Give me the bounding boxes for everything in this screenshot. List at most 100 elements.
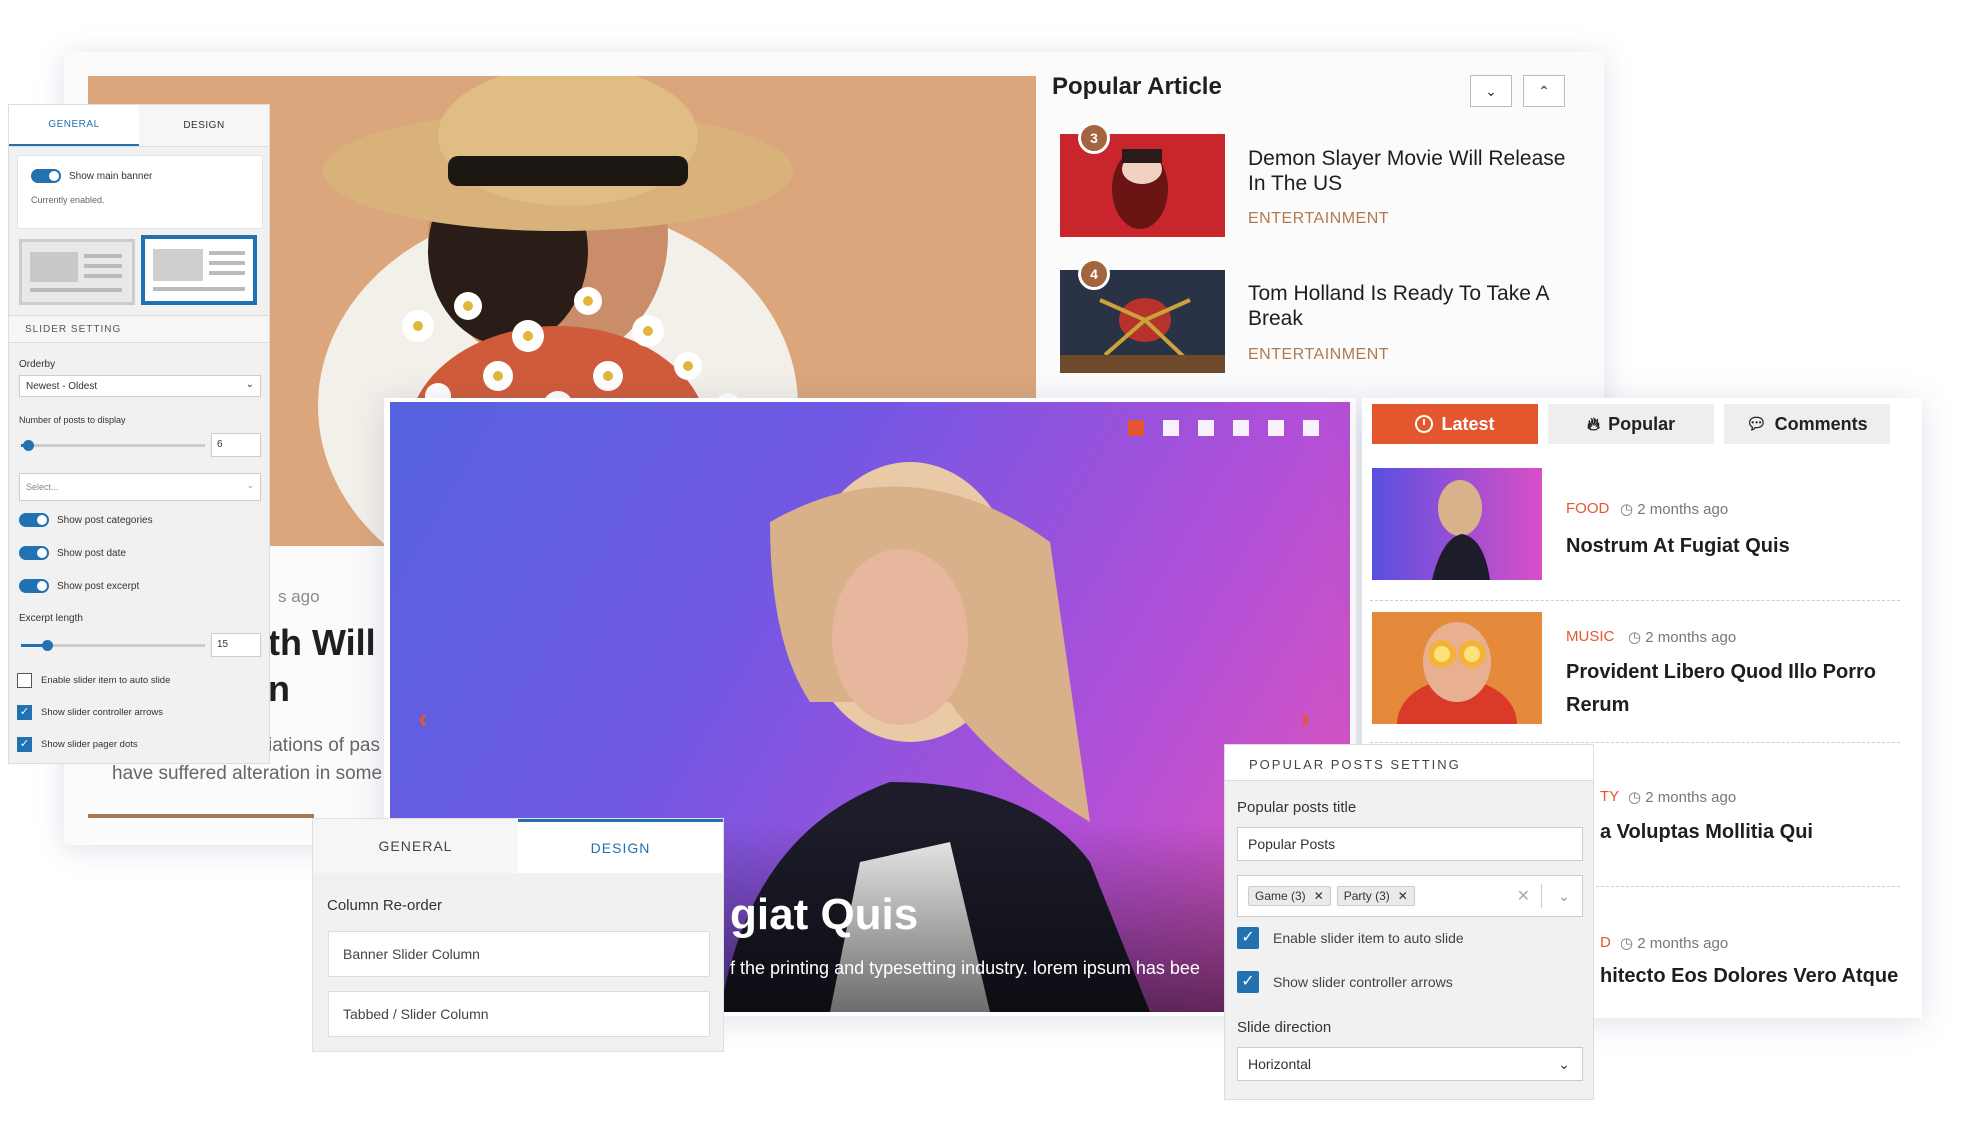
- tab-comments[interactable]: 💬︎ Comments: [1724, 404, 1890, 444]
- show-main-banner-label: Show main banner: [69, 171, 153, 182]
- column-reorder-panel: GENERAL DESIGN Column Re-order Banner Sl…: [312, 818, 724, 1052]
- scroll-down-button[interactable]: ⌄: [1470, 75, 1512, 107]
- show-arrows-checkbox[interactable]: ✓: [1237, 971, 1259, 993]
- pager-dot[interactable]: [1303, 420, 1319, 436]
- chevron-down-icon: ⌄: [245, 379, 254, 390]
- slide-title[interactable]: giat Quis: [730, 890, 918, 940]
- clear-icon[interactable]: ✕: [1517, 886, 1530, 906]
- tabbed-slider-column[interactable]: Tabbed / Slider Column: [328, 991, 710, 1037]
- banner-slider-column[interactable]: Banner Slider Column: [328, 931, 710, 977]
- post-title-line2[interactable]: n: [268, 668, 290, 710]
- show-excerpt-toggle[interactable]: [19, 579, 49, 593]
- chevron-down-icon: ⌄: [1485, 82, 1497, 99]
- auto-slide-label: Enable slider item to auto slide: [41, 675, 171, 686]
- tab-general[interactable]: GENERAL: [313, 819, 518, 873]
- post-time: ◷ 2 months ago: [1628, 789, 1737, 806]
- main-banner-box: [17, 155, 263, 229]
- show-arrows-label: Show slider controller arrows: [41, 707, 163, 718]
- post-excerpt-line2: have suffered alteration in some: [112, 763, 383, 784]
- auto-slide-label: Enable slider item to auto slide: [1273, 930, 1464, 946]
- post-title[interactable]: hitecto Eos Dolores Vero Atque: [1600, 960, 1910, 993]
- slide-excerpt: f the printing and typesetting industry.…: [730, 958, 1200, 978]
- tab-popular[interactable]: 🔥︎ Popular: [1548, 404, 1714, 444]
- chevron-down-icon: ⌄: [1558, 1055, 1570, 1072]
- show-arrows-checkbox[interactable]: ✓: [17, 705, 32, 720]
- article-title[interactable]: Tom Holland Is Ready To Take A Break: [1248, 281, 1578, 331]
- auto-slide-checkbox[interactable]: [17, 673, 32, 688]
- post-title[interactable]: Provident Libero Quod Illo Porro Rerum: [1566, 656, 1896, 722]
- progress-bar: [88, 814, 314, 818]
- category-select[interactable]: Select... ⌄: [19, 473, 261, 501]
- remove-icon[interactable]: ✕: [1398, 889, 1408, 903]
- num-posts-label: Number of posts to display: [19, 415, 126, 425]
- slide-direction-select[interactable]: Horizontal ⌄: [1237, 1047, 1583, 1081]
- column-reorder-label: Column Re-order: [327, 897, 443, 914]
- chevron-down-icon: ⌄: [246, 480, 254, 490]
- post-title[interactable]: Nostrum At Fugiat Quis: [1566, 530, 1896, 563]
- slider-setting-heading: SLIDER SETTING: [25, 324, 122, 335]
- show-categories-toggle[interactable]: [19, 513, 49, 527]
- excerpt-length-slider[interactable]: [21, 640, 205, 651]
- show-categories-label: Show post categories: [57, 515, 153, 526]
- slide-direction-label: Slide direction: [1237, 1019, 1332, 1036]
- show-main-banner-toggle[interactable]: [31, 169, 61, 183]
- tab-design[interactable]: DESIGN: [518, 819, 723, 873]
- post-time: ◷ 2 months ago: [1620, 935, 1729, 952]
- post-title[interactable]: th Will E: [268, 620, 388, 666]
- orderby-select[interactable]: Newest - Oldest ⌄: [19, 375, 261, 397]
- prev-arrow-icon[interactable]: ‹: [418, 702, 428, 736]
- num-posts-slider[interactable]: [21, 440, 205, 451]
- slider-handle[interactable]: [23, 440, 35, 451]
- pager-dot[interactable]: [1198, 420, 1214, 436]
- show-date-toggle[interactable]: [19, 546, 49, 560]
- next-arrow-icon[interactable]: ›: [1300, 702, 1310, 736]
- post-thumbnail[interactable]: [1372, 612, 1542, 724]
- post-excerpt: iations of pas: [268, 735, 380, 756]
- posts-title-label: Popular posts title: [1237, 799, 1357, 816]
- post-time: s ago: [278, 587, 320, 606]
- scroll-up-button[interactable]: ⌃: [1523, 75, 1565, 107]
- article-category[interactable]: ENTERTAINMENT: [1248, 346, 1389, 364]
- chevron-down-icon[interactable]: ⌄: [1558, 888, 1570, 905]
- pager-dot-active[interactable]: [1128, 420, 1144, 436]
- tab-design[interactable]: DESIGN: [139, 105, 269, 146]
- pager-dot[interactable]: [1163, 420, 1179, 436]
- post-time: ◷ 2 months ago: [1628, 629, 1737, 646]
- slider-handle[interactable]: [41, 640, 53, 651]
- tab-general[interactable]: GENERAL: [9, 105, 139, 146]
- popular-posts-setting-heading: POPULAR POSTS SETTING: [1249, 757, 1461, 772]
- post-time: ◷ 2 months ago: [1620, 501, 1729, 518]
- article-title[interactable]: Demon Slayer Movie Will Release In The U…: [1248, 146, 1578, 196]
- category-tags-select[interactable]: Game (3) ✕ Party (3) ✕ ✕ ⌄: [1237, 875, 1583, 917]
- pager-dot[interactable]: [1233, 420, 1249, 436]
- post-title[interactable]: a Voluptas Mollitia Qui: [1600, 816, 1900, 849]
- orderby-label: Orderby: [19, 359, 56, 370]
- tag-pill: Party (3) ✕: [1336, 886, 1415, 906]
- post-category[interactable]: FOOD: [1566, 500, 1609, 517]
- tab-latest[interactable]: Latest: [1372, 404, 1538, 444]
- post-category[interactable]: TY: [1600, 788, 1619, 805]
- num-posts-input[interactable]: 6: [211, 433, 261, 457]
- remove-icon[interactable]: ✕: [1314, 889, 1324, 903]
- layout-option-1[interactable]: [19, 239, 135, 305]
- post-category[interactable]: MUSIC: [1566, 628, 1614, 645]
- clock-icon: [1415, 415, 1434, 433]
- excerpt-length-label: Excerpt length: [19, 613, 83, 624]
- pager-dots-checkbox[interactable]: ✓: [17, 737, 32, 752]
- post-category[interactable]: D: [1600, 934, 1611, 951]
- show-arrows-label: Show slider controller arrows: [1273, 974, 1453, 990]
- banner-settings-panel: GENERAL DESIGN Show main banner Currentl…: [8, 104, 270, 764]
- tag-pill: Game (3) ✕: [1248, 886, 1331, 906]
- flame-icon: 🔥︎: [1586, 413, 1601, 434]
- article-category[interactable]: ENTERTAINMENT: [1248, 210, 1389, 228]
- layout-option-2-selected[interactable]: [141, 235, 257, 305]
- show-excerpt-label: Show post excerpt: [57, 581, 140, 592]
- posts-title-input[interactable]: Popular Posts: [1237, 827, 1583, 861]
- status-text: Currently enabled.: [31, 195, 105, 205]
- excerpt-length-input[interactable]: 15: [211, 633, 261, 657]
- pager-dot[interactable]: [1268, 420, 1284, 436]
- popular-posts-settings-panel: POPULAR POSTS SETTING Popular posts titl…: [1224, 744, 1594, 1100]
- post-thumbnail[interactable]: [1372, 468, 1542, 580]
- rank-badge: 4: [1078, 258, 1110, 290]
- auto-slide-checkbox[interactable]: ✓: [1237, 927, 1259, 949]
